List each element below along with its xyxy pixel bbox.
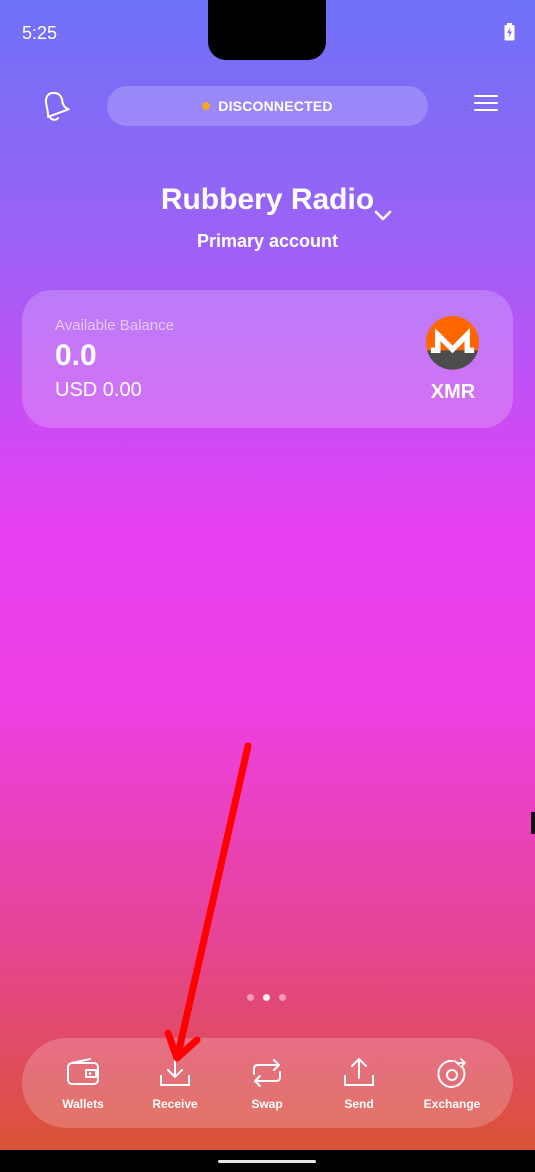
receive-label: Receive [152,1097,198,1111]
status-time: 5:25 [22,23,58,43]
swap-icon [253,1059,281,1087]
camera-notch [208,0,326,60]
chevron-down-icon[interactable] [374,210,392,222]
monero-logo-icon [425,315,480,370]
status-dot [202,102,211,110]
balance-card[interactable]: Available Balance 0.0 USD 0.00 XMR [22,290,513,428]
wallets-label: Wallets [62,1097,104,1111]
home-indicator[interactable] [218,1160,316,1163]
exchange-button[interactable]: Exchange [406,1038,498,1128]
connection-status-pill[interactable]: DISCONNECTED [107,86,428,126]
wallet-name[interactable]: Rubbery Radio [0,183,535,217]
battery-charging-icon [504,23,515,41]
page-dot-active [263,994,270,1001]
coin-ticker: XMR [430,381,476,403]
send-label: Send [344,1097,374,1111]
swap-button[interactable]: Swap [221,1038,313,1128]
connection-status-text: DISCONNECTED [218,98,333,114]
balance-label: Available Balance [55,317,174,334]
balance-fiat: USD 0.00 [55,379,142,401]
wallet-icon [67,1058,99,1085]
bell-icon[interactable] [36,86,72,124]
receive-icon [160,1058,190,1086]
menu-icon[interactable] [474,95,498,115]
bottom-action-bar: Wallets Receive Swap Send Exchange [22,1038,513,1128]
status-bar: 5:25 [0,0,535,60]
send-icon [344,1058,374,1086]
wallets-button[interactable]: Wallets [37,1038,129,1128]
page-dot [247,994,254,1001]
balance-value: 0.0 [55,339,97,372]
receive-button[interactable]: Receive [129,1038,221,1128]
account-name[interactable]: Primary account [0,231,535,252]
page-indicator [247,994,295,1001]
exchange-icon [437,1058,466,1088]
system-nav-bar [0,1150,535,1172]
edge-scroll-mark [531,812,535,834]
send-button[interactable]: Send [313,1038,405,1128]
exchange-label: Exchange [423,1097,481,1111]
swap-label: Swap [251,1097,283,1111]
page-dot [279,994,286,1001]
